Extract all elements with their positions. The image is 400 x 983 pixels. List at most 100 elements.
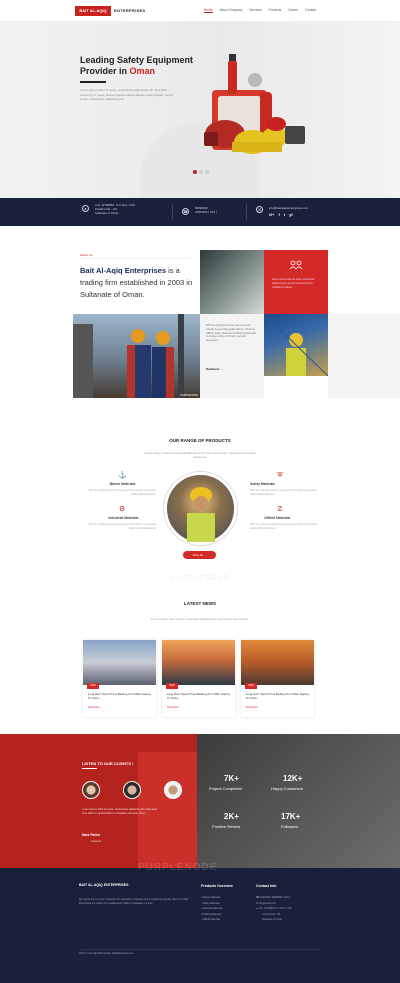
news-headline[interactable]: Long Don't Spend Time Beating On A Wall,…: [246, 692, 310, 700]
read-more-link[interactable]: Readmore →: [206, 367, 223, 371]
logo-text[interactable]: ENTERPRISES: [114, 8, 146, 13]
stat-number: 7K+: [224, 774, 239, 783]
footer-products-title: Products Overview: [201, 884, 233, 888]
news-headline[interactable]: Long Don't Spend Time Beating On A Wall,…: [88, 692, 152, 700]
footer-link[interactable]: › Industrial Materials: [201, 906, 223, 912]
highway-image: [241, 640, 314, 685]
footer-divider: [79, 949, 321, 950]
google-plus-icon[interactable]: G+: [269, 212, 274, 217]
engineer-illustration: [187, 487, 215, 542]
products-desc: A large variety of Marine & Industrial M…: [144, 452, 256, 459]
worker-with-hardhat-illustration: [263, 313, 329, 377]
stat-label: Positive Review: [212, 824, 241, 829]
divider: [172, 204, 173, 220]
facebook-icon[interactable]: f: [278, 212, 279, 217]
news-read-more[interactable]: Read More: [88, 706, 100, 709]
hero-title: Leading Safety Equipment Provider in Oma…: [80, 55, 194, 76]
location-icon: ●: [82, 205, 89, 212]
footer-phone: ☎ 24000000, 99999999 ( FAX ): [256, 896, 291, 899]
hero-subtitle: Lorem ipsum dolor sit amet, consectetur …: [80, 88, 174, 101]
testimonial-author: Mark Parker: [82, 833, 101, 837]
news-read-more[interactable]: Read More: [167, 706, 179, 709]
footer-link[interactable]: › Marine Materials: [201, 895, 223, 901]
stat-label: Project Completed: [209, 786, 242, 791]
news-date-badge: MAR: [166, 683, 178, 689]
stat-label: Happy Customers: [271, 786, 304, 791]
team-icon: [289, 260, 303, 270]
footer-products-list: › Marine Materials › Safety Materials › …: [201, 895, 223, 923]
ppe-gloves-image: [200, 250, 264, 314]
watermark-text: PURPLENODE: [170, 575, 230, 582]
footer-link[interactable]: › Oilfield Materials: [201, 917, 223, 923]
email-link[interactable]: info@baitalaqiqenterprises.com: [269, 206, 308, 210]
product-safety-title[interactable]: Safety Materials: [250, 482, 310, 486]
footer-address-line: Sultanate of Oman.: [262, 918, 283, 921]
phone-icon: ☎: [182, 208, 189, 215]
slider-dot-1[interactable]: [193, 170, 197, 174]
news-card[interactable]: MAR Long Don't Spend Time Beating On A W…: [83, 640, 156, 717]
slider-dot-2[interactable]: [199, 170, 203, 174]
about-side-panel: [328, 314, 400, 398]
twitter-icon[interactable]: t: [284, 212, 285, 217]
phone-icon: ☎: [256, 896, 259, 899]
stat-label: Followers: [281, 824, 299, 829]
oil-drop-icon: ☡: [276, 506, 284, 513]
menu-item-products[interactable]: Products: [269, 8, 282, 13]
address-block: C.R. 1279086/1 P.O. Box: 1725 Postal Cod…: [95, 203, 135, 215]
news-card[interactable]: MAR Long Don't Spend Time Beating On A W…: [241, 640, 314, 717]
footer-contact-list: ☎ 24000000, 99999999 ( FAX ) ✉ info@emai…: [256, 895, 291, 923]
news-headline[interactable]: Long Don't Spend Time Beating On A Wall,…: [167, 692, 231, 700]
news-title: LATEST NEWS: [184, 601, 216, 606]
main-menu: Home About Company Services Products Car…: [204, 8, 316, 13]
footer-contact-title: Contact Info: [256, 884, 277, 888]
menu-item-about[interactable]: About Company: [220, 8, 243, 13]
view-all-button[interactable]: View all →: [183, 551, 216, 559]
news-card[interactable]: MAR Long Don't Spend Time Beating On A W…: [162, 640, 235, 717]
red-card-text: Lorem ipsum dolor sit amet, consectetur …: [272, 278, 315, 289]
workers-illustration: [73, 314, 184, 398]
oilfield-site-image: [263, 313, 329, 377]
product-industrial-title[interactable]: Industrial Materials: [96, 516, 151, 520]
mail-icon: ✉: [256, 206, 263, 213]
product-industrial-desc: BAIT AL-AQIQ Enterprises has served the …: [88, 523, 156, 530]
menu-item-contact[interactable]: Contact: [305, 8, 316, 13]
menu-item-career[interactable]: Career: [288, 8, 298, 13]
about-title: Bait Al-Aqiq Enterprises is a trading fi…: [80, 266, 193, 299]
youtube-icon[interactable]: yt: [289, 212, 293, 217]
stats-overlay: [197, 734, 400, 868]
image-caption: PURPLENODE: [180, 394, 198, 397]
about-tag: About Us: [80, 253, 93, 257]
copyright: 2018 © Copyright Bait Al-Aqiq. All Right…: [79, 952, 134, 955]
shield-icon: ⛨: [277, 472, 283, 479]
footer-about-text: We source the very best materials from r…: [79, 898, 189, 905]
stat-number: 17K+: [281, 812, 301, 821]
testimonials-title: LISTEN TO OUR CLIENTS !: [82, 761, 134, 766]
product-marine-title[interactable]: Marine Materials: [100, 482, 145, 486]
news-read-more[interactable]: Read More: [246, 706, 258, 709]
testimonials-underline: [82, 768, 97, 769]
phone-block: 99999999 24000000 ( FAX ): [195, 206, 217, 214]
client-avatar[interactable]: [123, 781, 141, 799]
client-avatar[interactable]: [82, 781, 100, 799]
hero-underline: [80, 81, 106, 83]
menu-item-services[interactable]: Services: [249, 8, 261, 13]
cargo-ship-image: [162, 640, 235, 685]
menu-item-home[interactable]: Home: [204, 8, 213, 13]
news-date-badge: MAR: [245, 683, 257, 689]
product-oilfield-title[interactable]: Oilfield Materials: [264, 516, 324, 520]
slider-dot-3[interactable]: [205, 170, 209, 174]
arrow-right-icon: →: [220, 367, 224, 371]
news-date-badge: MAR: [87, 683, 99, 689]
about-grey-card: BAIT AL-AQIQ Enterprises has served the …: [200, 314, 264, 398]
footer-logo[interactable]: BAIT AL-AQIQ ENTERPRISES: [79, 883, 128, 887]
anchor-icon: ⚓: [118, 472, 127, 479]
stat-number: 2K+: [224, 812, 239, 821]
about-red-card: Lorem ipsum dolor sit amet, consectetur …: [264, 250, 328, 314]
logo-badge[interactable]: BAIT AL-AQIQ: [75, 6, 111, 16]
product-marine-desc: BAIT AL-AQIQ Enterprises has served the …: [88, 489, 156, 496]
stat-number: 12K+: [283, 774, 303, 783]
client-avatar[interactable]: [164, 781, 182, 799]
product-center-image: [164, 472, 237, 545]
product-safety-desc: BAIT AL-AQIQ Enterprises has served the …: [250, 489, 318, 496]
product-oilfield-desc: BAIT AL-AQIQ Enterprises has served the …: [250, 523, 318, 530]
